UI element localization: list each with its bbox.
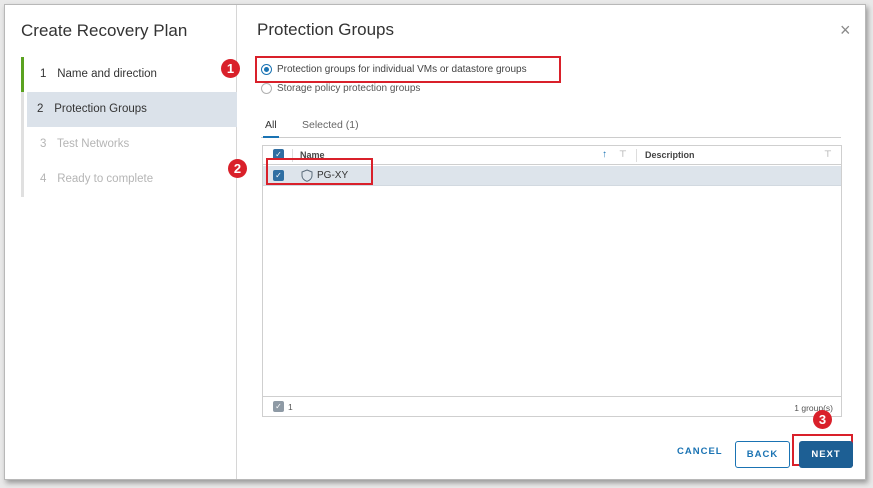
step-number: 1 <box>40 68 47 80</box>
step-label: Name and direction <box>57 68 157 80</box>
step-number: 4 <box>40 173 47 185</box>
step-label: Protection Groups <box>54 103 147 115</box>
annotation-highlight-row <box>266 158 373 185</box>
step-label: Test Networks <box>57 138 130 150</box>
selected-count: 1 <box>288 402 293 412</box>
grid-tabs: All Selected (1) <box>261 115 841 138</box>
tab-all[interactable]: All <box>263 119 279 138</box>
protection-groups-grid: ✓ Name ↑ ⊤ Description ⊤ ✓ PG-XY ✓ 1 1 g… <box>262 145 842 417</box>
wizard-nav: Create Recovery Plan 1 Name and directio… <box>5 5 237 479</box>
option-label: Storage policy protection groups <box>277 83 421 94</box>
annotation-badge-1: 1 <box>221 59 240 78</box>
sort-ascending-icon[interactable]: ↑ <box>602 149 607 160</box>
step-ready-to-complete: 4 Ready to complete <box>24 162 237 197</box>
tab-selected[interactable]: Selected (1) <box>302 119 359 131</box>
filter-icon[interactable]: ⊤ <box>619 149 627 160</box>
step-test-networks: 3 Test Networks <box>24 127 237 162</box>
column-header-description[interactable]: Description <box>645 150 695 160</box>
cancel-button[interactable]: CANCEL <box>677 446 723 457</box>
back-button[interactable]: BACK <box>735 441 790 468</box>
next-button[interactable]: NEXT <box>799 441 853 468</box>
option-storage-policy[interactable]: Storage policy protection groups <box>261 83 420 94</box>
annotation-highlight-option <box>255 56 561 83</box>
page-title: Protection Groups <box>257 20 395 39</box>
step-number: 2 <box>37 103 44 115</box>
step-label: Ready to complete <box>57 173 154 185</box>
grid-footer: ✓ 1 1 group(s) <box>263 396 841 416</box>
selection-checkbox-icon[interactable]: ✓ <box>273 401 284 412</box>
radio-unselected-icon[interactable] <box>261 83 272 94</box>
annotation-badge-3: 3 <box>813 410 832 429</box>
wizard-title: Create Recovery Plan <box>21 21 188 40</box>
create-recovery-plan-dialog: Create Recovery Plan 1 Name and directio… <box>4 4 866 480</box>
close-icon[interactable]: × <box>840 21 851 39</box>
step-protection-groups[interactable]: 2 Protection Groups <box>27 92 237 127</box>
step-name-and-direction[interactable]: 1 Name and direction <box>21 57 237 92</box>
column-divider <box>636 149 637 162</box>
filter-icon[interactable]: ⊤ <box>824 149 832 160</box>
annotation-badge-2: 2 <box>228 159 247 178</box>
wizard-steps: 1 Name and direction 2 Protection Groups… <box>21 57 237 197</box>
step-number: 3 <box>40 138 47 150</box>
